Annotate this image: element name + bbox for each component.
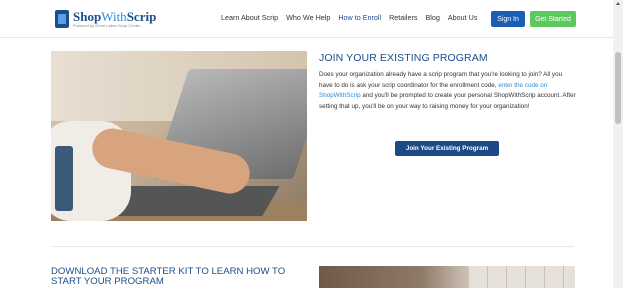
section-divider: [51, 246, 574, 247]
main-nav: Learn About Scrip Who We Help How to Enr…: [221, 13, 485, 22]
scroll-up-arrow-icon[interactable]: [616, 2, 620, 5]
logo-tagline: Powered by Great Lakes Scrip Center: [73, 23, 141, 28]
get-started-button[interactable]: Get Started: [530, 11, 576, 27]
site-header: ShopWithScrip Powered by Great Lakes Scr…: [0, 0, 613, 38]
logo-text: ShopWithScrip Powered by Great Lakes Scr…: [73, 10, 156, 28]
nav-who-we-help[interactable]: Who We Help: [286, 13, 330, 22]
nav-learn-about-scrip[interactable]: Learn About Scrip: [221, 13, 278, 22]
laptop-typing-photo: [51, 51, 307, 221]
starter-kit-photo: [319, 266, 575, 288]
scrollbar-thumb[interactable]: [615, 52, 621, 124]
logo-icon: [55, 10, 69, 28]
starter-kit-heading: DOWNLOAD THE STARTER KIT TO LEARN HOW TO…: [51, 266, 286, 287]
shopwithscrip-logo[interactable]: ShopWithScrip Powered by Great Lakes Scr…: [55, 10, 156, 28]
nav-retailers[interactable]: Retailers: [389, 13, 417, 22]
logo-name: ShopWithScrip: [73, 9, 157, 24]
sign-in-button[interactable]: Sign In: [491, 11, 525, 27]
join-existing-program-button[interactable]: Join Your Existing Program: [395, 141, 499, 156]
join-program-heading: JOIN YOUR EXISTING PROGRAM: [319, 52, 488, 64]
page-scrollbar[interactable]: [613, 0, 623, 288]
join-program-description: Does your organization already have a sc…: [319, 71, 576, 110]
nav-blog[interactable]: Blog: [425, 13, 439, 22]
nav-about-us[interactable]: About Us: [448, 13, 478, 22]
nav-how-to-enroll[interactable]: How to Enroll: [338, 13, 381, 22]
